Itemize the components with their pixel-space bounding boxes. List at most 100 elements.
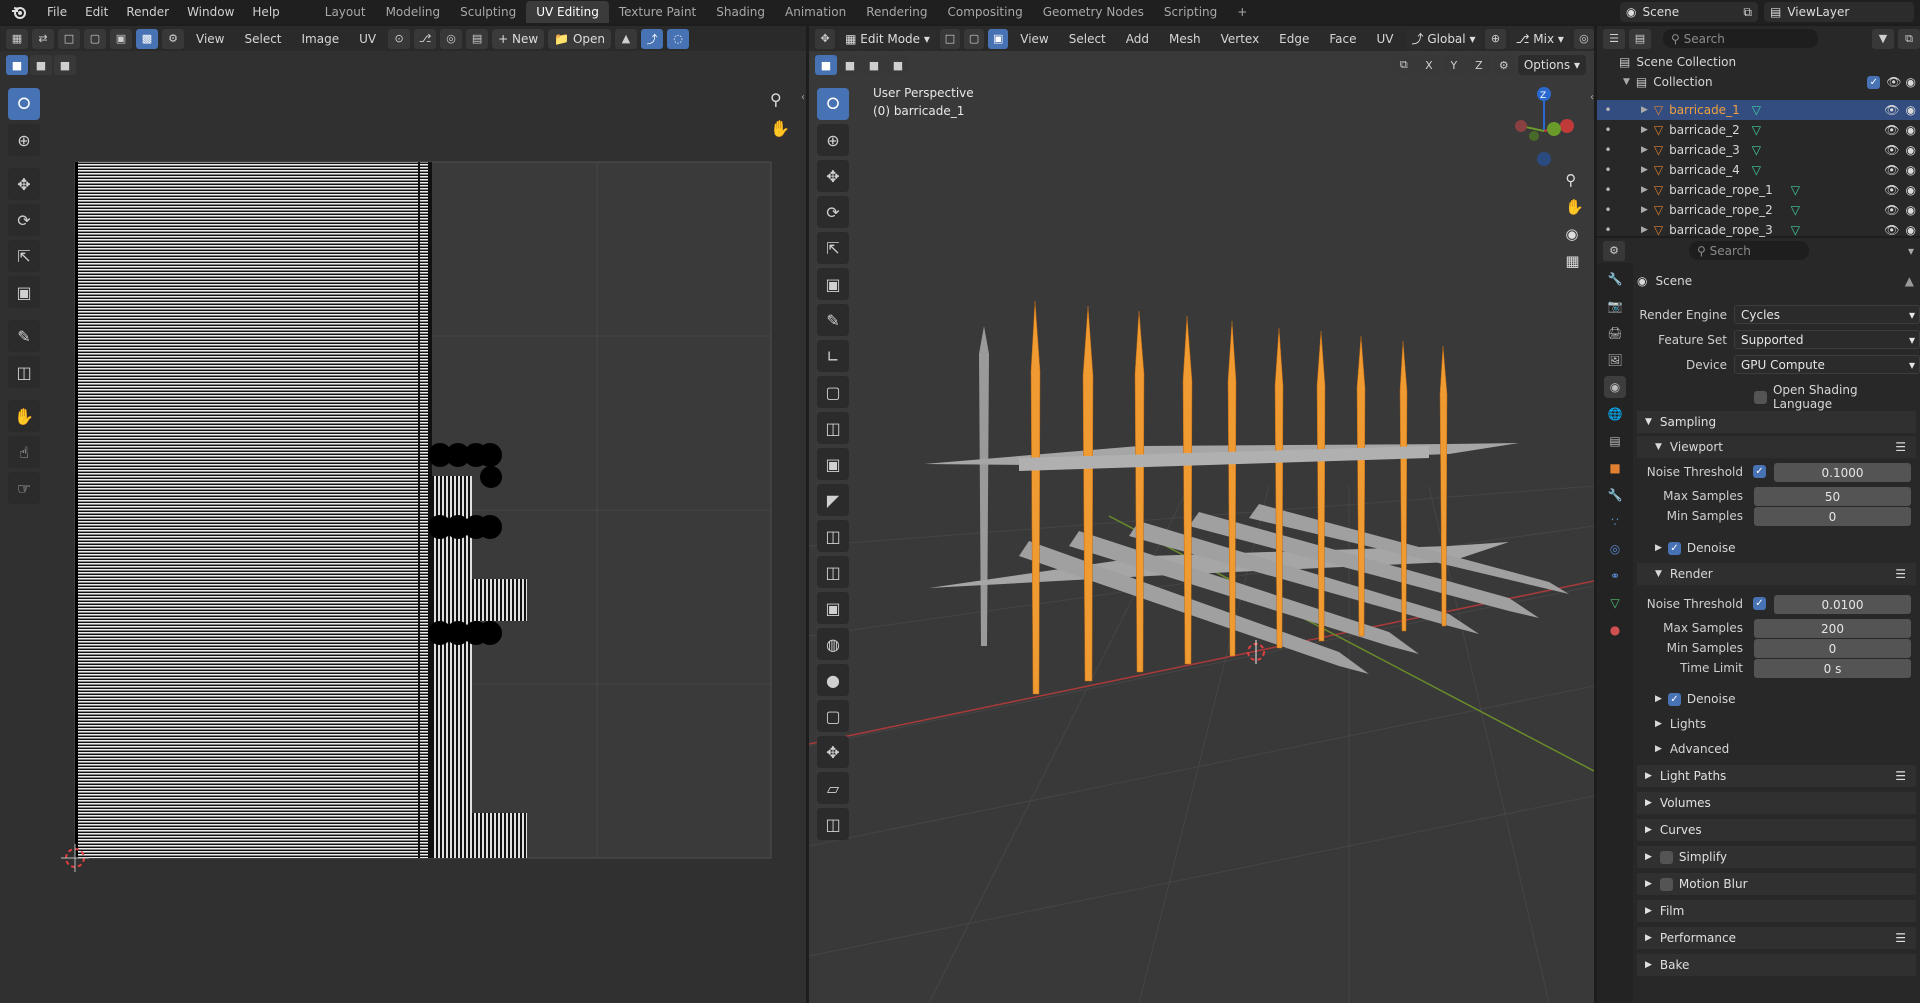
pin-context-icon[interactable]: ▲	[1905, 274, 1914, 288]
mode-selector[interactable]: ▦ Edit Mode ▾	[839, 28, 936, 49]
panel-header-volumes[interactable]: ▶ Volumes	[1637, 792, 1916, 814]
area-divider[interactable]	[806, 26, 809, 1003]
menu-render[interactable]: Render	[117, 0, 178, 24]
render-noise-field[interactable]: 0.0100	[1774, 595, 1911, 614]
vp-select-box-tool-icon[interactable]: ⭘	[817, 88, 849, 120]
vp-menu-mesh[interactable]: Mesh	[1161, 32, 1209, 46]
tab-geometry-nodes[interactable]: Geometry Nodes	[1033, 1, 1154, 23]
camera-view-icon[interactable]: ◉	[1565, 225, 1584, 243]
row-expand-icon[interactable]: ▶	[1641, 225, 1648, 235]
visibility-eye-icon[interactable]: 👁	[1884, 203, 1899, 217]
axis-y-toggle[interactable]: Y	[1442, 55, 1465, 75]
viewport-subpanel-header[interactable]: ▼ Viewport ☰	[1637, 436, 1916, 458]
outliner-object-row[interactable]: • ▶ ▽ barricade_2 ▽ 👁 ◉	[1597, 120, 1920, 140]
inset-tool-icon[interactable]: ▣	[817, 448, 849, 480]
outliner-object-row[interactable]: • ▶ ▽ barricade_3 ▽ 👁 ◉	[1597, 140, 1920, 160]
auto-merge-icon[interactable]: ⚙	[1492, 55, 1515, 75]
new-scene-icon[interactable]: ⧉	[1743, 5, 1752, 20]
tab-texture-paint[interactable]: Texture Paint	[609, 1, 706, 23]
3d-viewport[interactable]: Z ✥ ▦ Edit Mode ▾ □ ▢ ▣ View Select Add …	[809, 26, 1594, 1003]
vp-select-subtract-icon[interactable]: ■	[863, 55, 885, 75]
panel-header-performance[interactable]: ▶ Performance ☰	[1637, 927, 1916, 949]
panel-presets-icon[interactable]: ☰	[1895, 931, 1906, 945]
data-tab-icon[interactable]: ▽	[1604, 592, 1626, 614]
row-expand-icon[interactable]: ▶	[1641, 165, 1648, 175]
vp-menu-vertex[interactable]: Vertex	[1213, 32, 1268, 46]
vp-annotate-tool-icon[interactable]: ✎	[817, 304, 849, 336]
knife-tool-icon[interactable]: ◫	[817, 556, 849, 588]
vp-move-tool-icon[interactable]: ✥	[817, 160, 849, 192]
ortho-grid-icon[interactable]: ▦	[1565, 252, 1584, 270]
panel-header-bake[interactable]: ▶ Bake	[1637, 954, 1916, 976]
vp-menu-view[interactable]: View	[1012, 32, 1056, 46]
proportional-edit-toggle-icon[interactable]: ◎	[1573, 28, 1594, 49]
smooth-tool-icon[interactable]: ●	[817, 664, 849, 696]
object-name[interactable]: barricade_3	[1669, 143, 1740, 157]
vp-scale-tool-icon[interactable]: ⇱	[817, 232, 849, 264]
loop-cut-tool-icon[interactable]: ◫	[817, 520, 849, 552]
panel-presets-icon[interactable]: ☰	[1895, 769, 1906, 783]
properties-options-icon[interactable]: ▾	[1908, 244, 1914, 258]
render-camera-icon[interactable]: ◉	[1906, 103, 1916, 117]
viewport-editor-type-icon[interactable]: ✥	[815, 28, 836, 49]
object-name[interactable]: barricade_4	[1669, 163, 1740, 177]
tool-tab-icon[interactable]: 🔧	[1604, 268, 1626, 290]
device-dropdown[interactable]: GPU Compute ▾	[1734, 355, 1920, 374]
outliner[interactable]: ☰ ▤ ⚲ Search ▼ ⧉ ▤ Scene Collection ▼ ▤ …	[1597, 26, 1920, 237]
vertex-mode-icon[interactable]: □	[939, 28, 960, 49]
sampling-panel-header[interactable]: ▼ Sampling	[1637, 411, 1916, 433]
collection-expand-icon[interactable]: ▼	[1623, 77, 1630, 87]
osl-checkbox-row[interactable]: Open Shading Language	[1754, 383, 1920, 411]
tab-scripting[interactable]: Scripting	[1154, 1, 1227, 23]
extrude-tool-icon[interactable]: ◫	[817, 412, 849, 444]
advanced-subpanel-header[interactable]: ▶ Advanced	[1637, 738, 1920, 760]
osl-checkbox[interactable]	[1754, 390, 1767, 404]
vp-select-invert-icon[interactable]: ■	[887, 55, 909, 75]
collection-exclude-checkbox[interactable]: ✓	[1867, 75, 1881, 89]
render-camera-icon[interactable]: ◉	[1906, 203, 1916, 217]
tab-layout[interactable]: Layout	[315, 1, 376, 23]
outliner-object-row[interactable]: • ▶ ▽ barricade_rope_3 ▽ 👁 ◉	[1597, 220, 1920, 240]
proportional-falloff-selector[interactable]: ⎇ Mix ▾	[1509, 28, 1570, 49]
menu-file[interactable]: File	[38, 0, 76, 24]
tab-animation[interactable]: Animation	[775, 1, 856, 23]
new-collection-icon[interactable]: ⧉	[1898, 28, 1920, 49]
options-dropdown[interactable]: Options ▾	[1517, 55, 1586, 75]
viewport-denoise-row[interactable]: ▶ ✓ Denoise	[1637, 537, 1920, 559]
viewport-canvas[interactable]: Z	[809, 26, 1594, 1003]
view-layer-tab-icon[interactable]: 🖼	[1604, 349, 1626, 371]
row-select-dot-icon[interactable]: •	[1597, 143, 1619, 157]
row-select-dot-icon[interactable]: •	[1597, 203, 1619, 217]
tab-rendering[interactable]: Rendering	[856, 1, 937, 23]
display-mode-icon[interactable]: ▤	[1629, 28, 1651, 49]
vp-pan-hand-icon[interactable]: ✋	[1565, 198, 1584, 216]
viewport-max-samples-field[interactable]: 50	[1754, 487, 1911, 506]
object-name[interactable]: barricade_1	[1669, 103, 1740, 117]
edge-mode-icon[interactable]: ▢	[964, 28, 985, 49]
vp-measure-tool-icon[interactable]: ∟	[817, 340, 849, 372]
feature-set-dropdown[interactable]: Supported ▾	[1734, 330, 1920, 349]
axis-z-toggle[interactable]: Z	[1467, 55, 1490, 75]
face-mode-icon[interactable]: ▣	[988, 28, 1009, 49]
object-name[interactable]: barricade_rope_1	[1669, 183, 1773, 197]
collection-tab-icon[interactable]: ▤	[1604, 430, 1626, 452]
modifier-tab-icon[interactable]: 🔧	[1604, 484, 1626, 506]
row-select-dot-icon[interactable]: •	[1597, 123, 1619, 137]
view-layer-selector[interactable]: ▤ ViewLayer	[1764, 2, 1914, 22]
panel-header-film[interactable]: ▶ Film	[1637, 900, 1916, 922]
render-camera-icon[interactable]: ◉	[1906, 183, 1916, 197]
mirror-icon[interactable]: ⧉	[1392, 55, 1415, 75]
lights-subpanel-header[interactable]: ▶ Lights	[1637, 713, 1920, 735]
object-name[interactable]: barricade_2	[1669, 123, 1740, 137]
uv-canvas[interactable]	[0, 26, 806, 1003]
visibility-eye-icon[interactable]: 👁	[1884, 183, 1899, 197]
viewport-noise-checkbox[interactable]: ✓	[1753, 465, 1766, 478]
vp-select-extend-icon[interactable]: ■	[839, 55, 861, 75]
vp-cursor-tool-icon[interactable]: ⊕	[817, 124, 849, 156]
world-tab-icon[interactable]: 🌐	[1604, 403, 1626, 425]
properties-editor[interactable]: ⚙ ⚲ Search ▾ 🔧 📷 🖨 🖼 ◉ 🌐 ▤ ■ 🔧 ∵ ◎ ⚭ ▽ ●…	[1597, 238, 1920, 1003]
tab-sculpting[interactable]: Sculpting	[450, 1, 526, 23]
object-name[interactable]: barricade_rope_3	[1669, 223, 1773, 237]
panel-header-simplify[interactable]: ▶ Simplify	[1637, 846, 1916, 868]
panel-enable-checkbox[interactable]	[1659, 877, 1673, 891]
